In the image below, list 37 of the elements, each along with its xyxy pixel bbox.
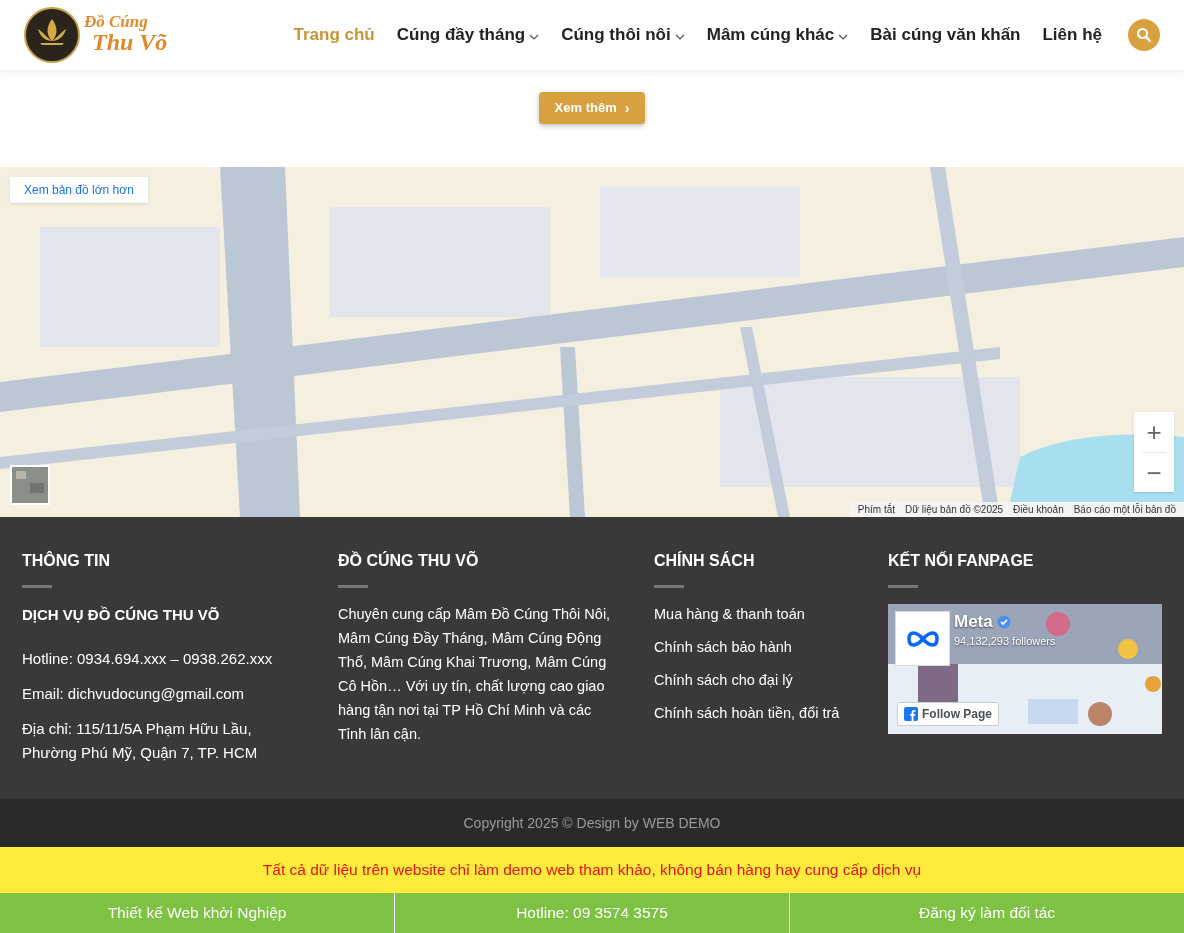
verified-icon — [996, 615, 1011, 629]
satellite-thumbnail-icon[interactable] — [10, 465, 50, 505]
footer-heading: ĐỒ CÚNG THU VÕ — [338, 550, 480, 571]
policy-link[interactable]: Mua hàng & thanh toán — [654, 602, 872, 626]
larger-map-link[interactable]: Xem bản đồ lớn hơn — [10, 177, 148, 203]
policy-link[interactable]: Chính sách hoàn tiền, đổi trả — [654, 701, 872, 725]
nav-link[interactable]: Cúng thôi nôi — [561, 22, 685, 48]
notice-text: Tất cả dữ liệu trên website chỉ làm demo web tham khảo, không bán hàng hay cung cấp dịch vụ — [262, 860, 922, 881]
footer-heading: CHÍNH SÁCH — [654, 550, 756, 571]
infinity-logo-icon — [904, 628, 941, 649]
policy-link[interactable]: Chính sách cho đại lý — [654, 668, 872, 692]
policy-link[interactable]: Chính sách bảo hành — [654, 635, 872, 659]
zoom-out-button[interactable]: − — [1134, 453, 1174, 492]
about-text: Chuyên cung cấp Mâm Đồ Cúng Thôi Nôi, Mâm Cúng Đầy Tháng, Mâm Cúng Động Thổ, Mâm Cúng Khai Trương, Mâm Cúng Cô Hồn… Với uy tín, chất lượng cao giao hàng tận nơi tại TP Hồ Chí Minh và các Tỉnh lân cận. — [338, 605, 612, 744]
contact-line: Địa chỉ: 115/11/5A Phạm Hữu Lầu, Phường Phú Mỹ, Quận 7, TP. HCM — [22, 718, 259, 763]
nav-link[interactable]: Mâm cúng khác — [706, 22, 849, 48]
attribution-link[interactable]: Dữ liệu bản đồ ©2025 — [905, 502, 1004, 517]
page-avatar[interactable] — [895, 611, 950, 666]
attribution-link[interactable]: Báo cáo một lỗi bản đồ — [1073, 502, 1176, 517]
footer-heading: KẾT NỐI FANPAGE — [888, 550, 1035, 571]
footer-heading: THÔNG TIN — [22, 550, 111, 571]
search-icon — [1136, 27, 1152, 43]
attribution-link[interactable]: Phím tắt — [857, 502, 896, 517]
company-name: DỊCH VỤ ĐỒ CÚNG THU VÕ — [22, 605, 221, 625]
logo-text: Đồ Cúng — [84, 12, 149, 30]
nav-link[interactable]: Bài cúng văn khấn — [870, 22, 1021, 48]
lotus-logo-icon — [24, 7, 80, 63]
contact-line: Email: dichvudocung@gmail.com — [22, 683, 245, 704]
nav-link[interactable]: Cúng đầy tháng — [396, 22, 540, 48]
facebook-icon — [904, 707, 918, 721]
follower-count: 94,132,293 followers — [954, 634, 1056, 649]
zoom-in-button[interactable]: + — [1134, 412, 1174, 452]
nav-link[interactable]: Liên hệ — [1042, 22, 1102, 48]
follow-page-button[interactable]: Follow Page — [897, 702, 999, 726]
copyright-text: Copyright 2025 © Design by WEB DEMO — [463, 813, 721, 833]
contact-line: Hotline: 0934.694.xxx – 0938.262.xxx — [22, 648, 274, 669]
attribution-link[interactable]: Điều khoản — [1013, 502, 1064, 517]
